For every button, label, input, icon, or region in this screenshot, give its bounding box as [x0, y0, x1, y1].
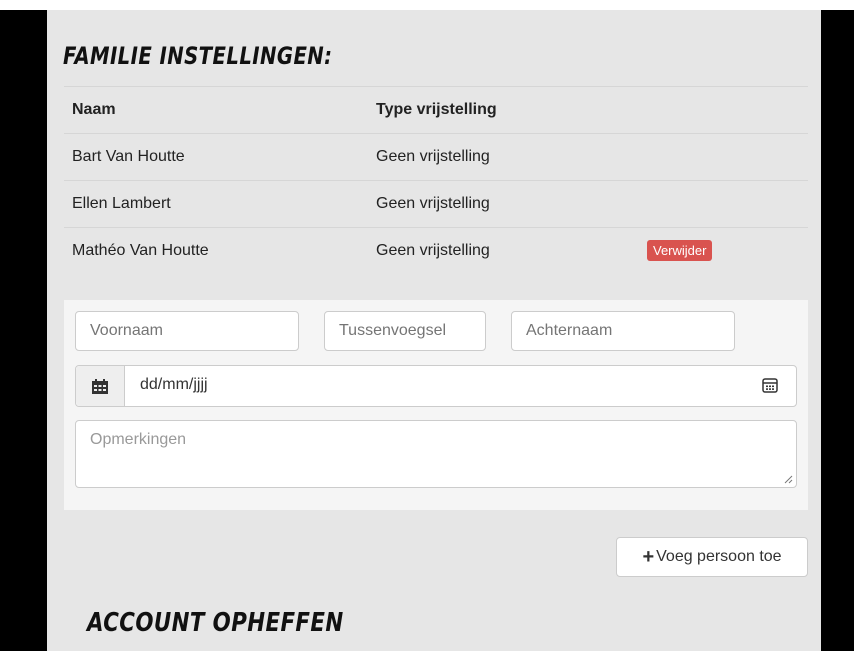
calendar-icon	[92, 378, 108, 394]
table-row: Bart Van Houtte Geen vrijstelling	[64, 133, 808, 180]
member-exemption: Geen vrijstelling	[376, 242, 490, 259]
family-settings-heading: FAMILIE INSTELLINGEN:	[63, 42, 333, 70]
member-name: Bart Van Houtte	[72, 148, 185, 165]
settings-panel: FAMILIE INSTELLINGEN: Naam Type vrijstel…	[47, 10, 821, 651]
remarks-placeholder: Opmerkingen	[90, 431, 187, 448]
table-row: Ellen Lambert Geen vrijstelling	[64, 180, 808, 227]
member-exemption: Geen vrijstelling	[376, 148, 490, 165]
date-value: dd/mm/jjjj	[140, 376, 208, 393]
resize-grip-icon[interactable]	[784, 475, 793, 484]
remarks-textarea[interactable]: Opmerkingen	[75, 420, 797, 488]
table-header-row: Naam Type vrijstelling	[64, 86, 808, 133]
delete-account-heading: ACCOUNT OPHEFFEN	[87, 608, 344, 638]
top-strip	[0, 0, 854, 10]
member-exemption: Geen vrijstelling	[376, 195, 490, 212]
birthdate-field[interactable]: dd/mm/jjjj	[75, 365, 797, 407]
middle-name-input[interactable]	[324, 311, 486, 351]
add-person-button[interactable]: + Voeg persoon toe	[616, 537, 808, 577]
member-name: Mathéo Van Houtte	[72, 242, 209, 259]
member-name: Ellen Lambert	[72, 195, 171, 212]
column-header-name: Naam	[72, 101, 116, 118]
last-name-input[interactable]	[511, 311, 735, 351]
family-table: Naam Type vrijstelling Bart Van Houtte G…	[64, 86, 808, 274]
plus-icon: +	[642, 545, 655, 568]
calendar-addon	[76, 366, 125, 406]
add-person-form: dd/mm/jjjj Opmerkingen	[64, 300, 808, 510]
first-name-input[interactable]	[75, 311, 299, 351]
column-header-type: Type vrijstelling	[376, 101, 497, 118]
remove-member-button[interactable]: Verwijder	[647, 240, 713, 261]
date-picker-icon[interactable]	[762, 377, 778, 398]
table-row: Mathéo Van Houtte Geen vrijstelling Verw…	[64, 227, 808, 274]
add-person-label: Voeg persoon toe	[656, 548, 782, 565]
